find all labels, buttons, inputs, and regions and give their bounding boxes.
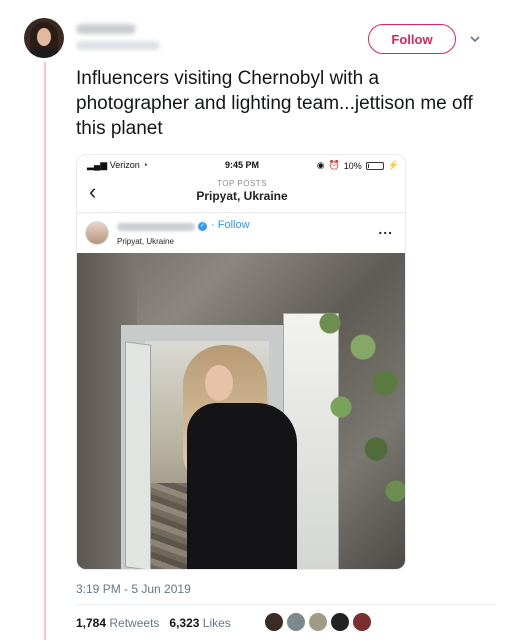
- post-follow-link[interactable]: · Follow: [211, 219, 250, 231]
- likes-stat[interactable]: 6,323 Likes: [169, 616, 230, 630]
- likes-count: 6,323: [169, 616, 200, 630]
- tweet-text: Influencers visiting Chernobyl with a ph…: [76, 68, 473, 139]
- post-location[interactable]: Pripyat, Ukraine: [117, 237, 174, 246]
- battery-percent: 10%: [343, 160, 362, 171]
- retweets-label: Retweets: [109, 616, 160, 630]
- location-icon: ◉: [316, 160, 325, 170]
- tweet-timestamp[interactable]: 3:19 PM - 5 Jun 2019: [76, 582, 191, 596]
- follow-button-label: Follow: [391, 31, 433, 47]
- thread-line: [44, 62, 46, 640]
- embedded-screenshot[interactable]: ▂▄▆ Verizon ◔ 9:45 PM ◉ ⏰ 10% ⚡ ‹ TOP PO…: [76, 154, 406, 570]
- divider: [76, 604, 496, 605]
- likers-avatars[interactable]: [264, 612, 372, 632]
- location-title: Pripyat, Ukraine: [196, 189, 288, 203]
- photo-ivy: [297, 263, 405, 563]
- retweets-count: 1,784: [76, 616, 107, 630]
- liker-avatar[interactable]: [264, 612, 284, 632]
- photo-person-body: [187, 403, 297, 569]
- phone-status-bar: ▂▄▆ Verizon ◔ 9:45 PM ◉ ⏰ 10% ⚡: [77, 155, 405, 175]
- follow-button[interactable]: Follow: [368, 24, 456, 54]
- avatar-body: [28, 48, 60, 58]
- post-follow-label: Follow: [217, 219, 250, 231]
- post-header: ✓ · Follow Pripyat, Ukraine ...: [77, 213, 405, 253]
- more-options-icon[interactable]: ...: [378, 221, 393, 237]
- top-posts-label: TOP POSTS: [217, 179, 267, 188]
- avatar-face: [37, 28, 51, 46]
- post-avatar[interactable]: [85, 221, 109, 245]
- likes-label: Likes: [202, 616, 231, 630]
- verified-icon: ✓: [198, 222, 207, 231]
- post-username-redacted[interactable]: [117, 223, 195, 231]
- tweet-stats: 1,784 Retweets 6,323 Likes: [76, 616, 231, 630]
- photo-person-face: [205, 365, 233, 401]
- retweets-stat[interactable]: 1,784 Retweets: [76, 616, 159, 630]
- post-photo[interactable]: [77, 253, 405, 569]
- charging-icon: ⚡: [387, 160, 399, 170]
- liker-avatar[interactable]: [352, 612, 372, 632]
- photo-door-left: [125, 341, 151, 569]
- status-right: ◉ ⏰ 10% ⚡: [317, 160, 399, 171]
- chevron-down-icon[interactable]: [468, 32, 482, 46]
- liker-avatar[interactable]: [330, 612, 350, 632]
- liker-avatar[interactable]: [308, 612, 328, 632]
- handle-redacted[interactable]: [76, 41, 160, 50]
- alarm-icon: ⏰: [328, 160, 340, 170]
- liker-avatar[interactable]: [286, 612, 306, 632]
- battery-icon: [365, 161, 384, 170]
- instagram-header: ‹ TOP POSTS Pripyat, Ukraine: [77, 175, 405, 213]
- battery-fill: [367, 163, 369, 168]
- display-name-redacted[interactable]: [76, 24, 136, 34]
- user-avatar[interactable]: [24, 18, 64, 58]
